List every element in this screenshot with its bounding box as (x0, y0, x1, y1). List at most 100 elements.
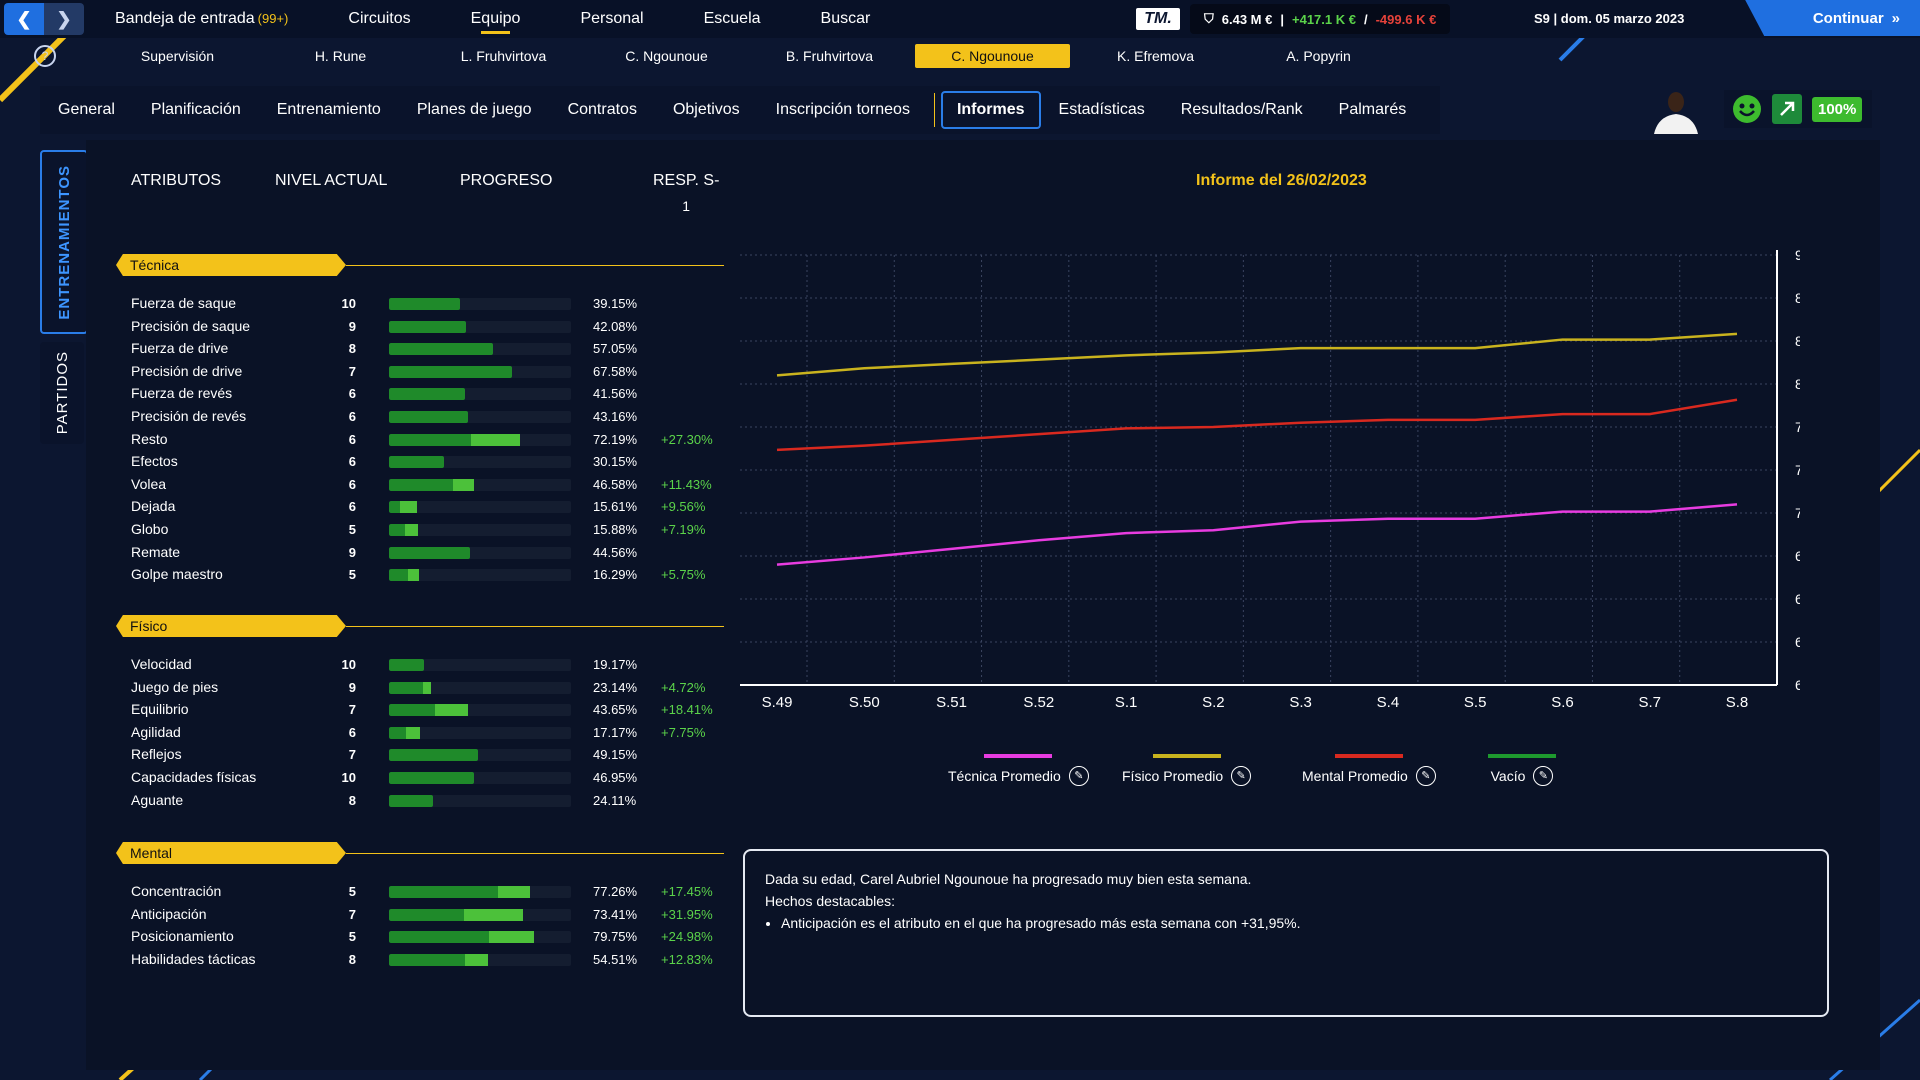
menu-equipo[interactable]: Equipo (471, 0, 520, 38)
back-arrow-icon[interactable]: ❮ (4, 3, 44, 35)
progress-bar-gain (400, 501, 418, 514)
progress-bar (389, 953, 571, 966)
progress-bar (389, 772, 571, 784)
tab-resultados-rank[interactable]: Resultados/Rank (1163, 101, 1321, 119)
tab-planes-de-juego[interactable]: Planes de juego (399, 101, 550, 119)
legend-swatch (1488, 754, 1556, 758)
section-divider (346, 265, 724, 266)
progress-bar (389, 794, 571, 807)
weekly-delta: +9.56% (661, 499, 706, 515)
tab-informes[interactable]: Informes (940, 91, 1041, 129)
tab-palmares[interactable]: Palmarés (1321, 101, 1425, 119)
player-avatar[interactable] (1648, 86, 1704, 134)
attribute-name: Golpe maestro (131, 566, 223, 583)
progress-bar (389, 388, 571, 401)
player-tab[interactable]: H. Rune (263, 44, 418, 68)
attribute-name: Fuerza de saque (131, 295, 237, 311)
attribute-level: 6 (348, 476, 356, 492)
player-tab[interactable]: B. Fruhvirtova (752, 44, 907, 68)
attribute-row: Fuerza de saque 10 39.15% (131, 292, 731, 314)
tab-partidos[interactable]: PARTIDOS (40, 342, 84, 444)
progress-percent: 30.15% (593, 454, 638, 470)
attribute-name: Capacidades físicas (131, 769, 257, 785)
attribute-level: 6 (348, 499, 356, 515)
player-tab[interactable]: L. Fruhvirtova (426, 44, 581, 68)
menu-circuitos[interactable]: Circuitos (348, 0, 410, 38)
progress-percent: 44.56% (593, 544, 638, 560)
attribute-name: Precisión de revés (131, 408, 247, 424)
edit-pencil-icon[interactable]: ✎ (1231, 766, 1252, 786)
attribute-row: Equilibrio 7 43.65% +18.41% (131, 698, 731, 720)
attribute-name: Globo (131, 521, 169, 537)
progress-bar (389, 749, 571, 762)
tab-contratos[interactable]: Contratos (550, 101, 655, 119)
x-tick-label: S.8 (1726, 694, 1749, 711)
x-tick-label: S.7 (1638, 694, 1661, 711)
help-icon[interactable]: ? (34, 45, 56, 67)
finance-separator: / (1363, 11, 1368, 27)
tab-entrenamientos[interactable]: ENTRENAMIENTOS (40, 150, 88, 334)
progress-bar-base (389, 749, 479, 762)
progress-percent: 79.75% (593, 929, 638, 945)
attribute-level: 6 (348, 409, 356, 424)
attribute-level: 7 (348, 363, 356, 379)
tab-objetivos[interactable]: Objetivos (655, 101, 758, 119)
progress-bar (389, 501, 571, 514)
trend-up-icon (1772, 94, 1802, 124)
continue-button[interactable]: Continuar» (1745, 0, 1920, 36)
tab-general[interactable]: General (40, 101, 133, 119)
attribute-level: 6 (348, 431, 356, 447)
tab-estadisticas[interactable]: Estadísticas (1041, 101, 1163, 119)
report-summary-box: Dada su edad, Carel Aubriel Ngounoue ha … (743, 849, 1829, 1017)
menu-inbox[interactable]: Bandeja de entrada (99+) (115, 0, 288, 38)
tab-inscripcion-torneos[interactable]: Inscripción torneos (758, 101, 928, 119)
edit-pencil-icon[interactable]: ✎ (1533, 766, 1554, 786)
progress-bar (389, 524, 571, 536)
legend-item[interactable]: Técnica Promedio ✎ (948, 754, 1089, 786)
progress-bar-base (389, 794, 433, 807)
player-tab-supervision[interactable]: Supervisión (100, 44, 255, 68)
highlights-label: Hechos destacables: (765, 893, 895, 909)
progress-bar-base (389, 411, 468, 423)
attribute-level: 8 (348, 341, 356, 357)
progress-percent: 17.17% (593, 724, 638, 740)
forward-arrow-icon[interactable]: ❯ (44, 3, 84, 35)
legend-item[interactable]: Físico Promedio ✎ (1122, 754, 1252, 786)
weekly-delta: +7.19% (661, 522, 706, 537)
progress-percent: 23.14% (593, 679, 638, 695)
attribute-level: 6 (348, 386, 356, 402)
tab-entrenamiento[interactable]: Entrenamiento (259, 101, 399, 119)
legend-item[interactable]: Mental Promedio ✎ (1302, 754, 1436, 786)
player-tab[interactable]: K. Efremova (1078, 44, 1233, 68)
summary-line: Dada su edad, Carel Aubriel Ngounoue ha … (765, 871, 1252, 887)
player-tab-active[interactable]: C. Ngounoue (915, 44, 1070, 68)
attribute-name: Velocidad (131, 656, 192, 672)
finance-summary[interactable]: ⛉ 6.43 M € | +417.1 K € / -499.6 K € (1190, 4, 1451, 34)
attribute-row: Precisión de revés 6 43.16% (131, 405, 731, 427)
menu-escuela[interactable]: Escuela (704, 0, 761, 38)
current-date: S9 | dom. 05 marzo 2023 (1534, 11, 1685, 26)
attribute-row: Volea 6 46.58% +11.43% (131, 473, 731, 495)
income: +417.1 K € (1292, 11, 1356, 27)
menu-buscar[interactable]: Buscar (821, 0, 871, 38)
attribute-row: Precisión de saque 9 42.08% (131, 315, 731, 337)
progress-percent: 43.16% (593, 409, 638, 424)
progress-bar-gain (464, 908, 523, 921)
weekly-delta: +11.43% (661, 476, 712, 492)
tab-planificacion[interactable]: Planificación (133, 101, 259, 119)
progress-bar-gain (408, 569, 419, 582)
weekly-delta: +4.72% (661, 679, 706, 695)
edit-pencil-icon[interactable]: ✎ (1068, 766, 1089, 786)
progress-bar (389, 411, 571, 423)
attribute-level: 6 (348, 454, 356, 470)
player-tab[interactable]: A. Popyrin (1241, 44, 1396, 68)
player-tab[interactable]: C. Ngounoue (589, 44, 744, 68)
y-tick-label: 7,20 (1795, 505, 1800, 521)
expense: -499.6 K € (1375, 11, 1437, 27)
legend-swatch (1152, 754, 1221, 758)
legend-item[interactable]: Vacío ✎ (1488, 754, 1556, 786)
menu-personal[interactable]: Personal (580, 0, 643, 38)
player-status: 100% (1724, 90, 1872, 128)
edit-pencil-icon[interactable]: ✎ (1415, 766, 1436, 786)
y-tick-label: 7,50 (1795, 462, 1800, 478)
